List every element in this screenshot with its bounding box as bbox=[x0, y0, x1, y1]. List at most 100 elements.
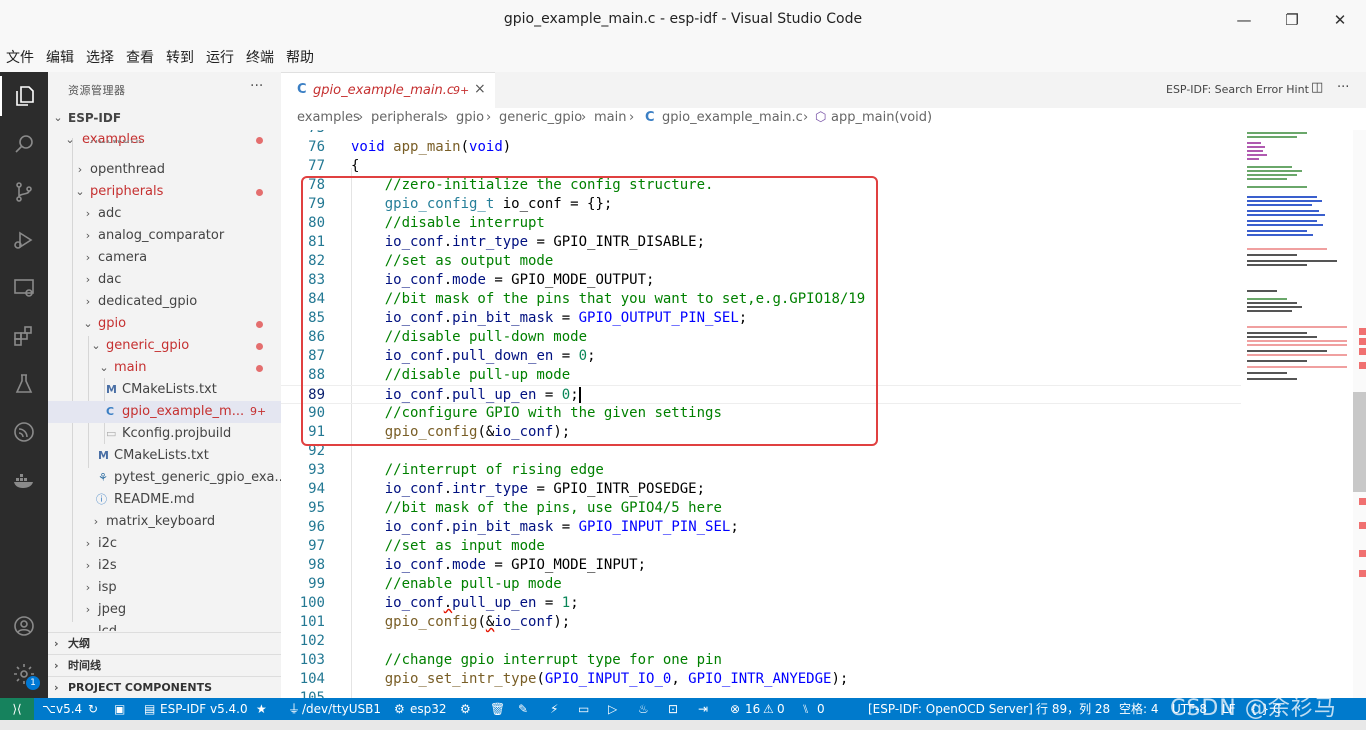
tab-gpio-example-main[interactable]: C gpio_example_main.c 9+ × bbox=[281, 72, 495, 108]
code-line[interactable]: 101 gpio_config(&io_conf); bbox=[281, 613, 1241, 632]
serial-port[interactable]: /dev/ttyUSB1 bbox=[302, 698, 381, 720]
debug-icon[interactable]: ▷ bbox=[608, 698, 617, 720]
menu-edit[interactable]: 编辑 bbox=[46, 47, 74, 67]
testing-icon[interactable] bbox=[0, 364, 48, 404]
scrollbar-thumb[interactable] bbox=[1353, 392, 1366, 492]
source-control-icon[interactable] bbox=[0, 172, 48, 212]
code-line[interactable]: 97 //set as input mode bbox=[281, 537, 1241, 556]
tree-folder-analog-comparator[interactable]: › analog_comparator bbox=[48, 225, 281, 247]
docker-icon[interactable] bbox=[0, 460, 48, 500]
code-line[interactable]: 99 //enable pull-up mode bbox=[281, 575, 1241, 594]
tree-folder-i2s[interactable]: › i2s bbox=[48, 555, 281, 577]
folder-icon[interactable]: ▣ bbox=[114, 698, 125, 720]
breadcrumb-function[interactable]: app_main(void) bbox=[831, 108, 932, 128]
breadcrumb-file[interactable]: gpio_example_main.c bbox=[662, 108, 803, 128]
remote-explorer-icon[interactable] bbox=[0, 268, 48, 308]
tree-file-kconfig[interactable]: ▭ Kconfig.projbuild bbox=[48, 423, 281, 445]
menu-go[interactable]: 转到 bbox=[166, 47, 194, 67]
terminal-icon[interactable]: ⊡ bbox=[668, 698, 678, 720]
remote-indicator-icon[interactable]: ⟩⟨ bbox=[0, 698, 34, 720]
close-window-button[interactable]: ✕ bbox=[1320, 8, 1360, 32]
idf-version[interactable]: ESP-IDF v5.4.0 bbox=[160, 698, 248, 720]
split-editor-icon[interactable]: ◫ bbox=[1311, 80, 1323, 95]
tree-folder-i2c[interactable]: › i2c bbox=[48, 533, 281, 555]
menu-terminal[interactable]: 终端 bbox=[246, 47, 274, 67]
indentation[interactable]: 空格: 4 bbox=[1119, 698, 1159, 720]
wrench-icon[interactable]: ✎ bbox=[518, 698, 528, 720]
tree-file-cmakelists-main[interactable]: M CMakeLists.txt bbox=[48, 379, 281, 401]
code-line[interactable]: 102 bbox=[281, 632, 1241, 651]
tree-file-cmakelists[interactable]: M CMakeLists.txt bbox=[48, 445, 281, 467]
code-line[interactable]: 103 //change gpio interrupt type for one… bbox=[281, 651, 1241, 670]
code-line[interactable]: 98 io_conf.mode = GPIO_MODE_INPUT; bbox=[281, 556, 1241, 575]
breadcrumb-peripherals[interactable]: peripherals bbox=[371, 108, 444, 128]
code-line[interactable]: 77 { bbox=[281, 157, 1241, 176]
code-line[interactable]: 100 io_conf.pull_up_en = 1; bbox=[281, 594, 1241, 613]
tree-file-gpio-example-main[interactable]: C gpio_example_m... 9+ bbox=[48, 401, 281, 423]
tree-folder-camera[interactable]: › camera bbox=[48, 247, 281, 269]
flash-icon[interactable]: ⚡ bbox=[550, 698, 558, 720]
menu-view[interactable]: 查看 bbox=[126, 47, 154, 67]
monitor-icon[interactable]: ▭ bbox=[578, 698, 589, 720]
section-project-components[interactable]: › PROJECT COMPONENTS bbox=[48, 676, 281, 698]
tree-folder-gpio[interactable]: ⌄ gpio bbox=[48, 313, 281, 335]
more-actions-icon[interactable]: ··· bbox=[1337, 80, 1349, 95]
code-line[interactable]: 105 bbox=[281, 689, 1241, 698]
target-chip[interactable]: esp32 bbox=[410, 698, 447, 720]
more-actions-icon[interactable]: ··· bbox=[250, 78, 263, 94]
tree-root-esp-idf[interactable]: ⌄ ESP-IDF bbox=[48, 107, 281, 129]
breadcrumb-main[interactable]: main bbox=[594, 108, 626, 128]
menu-file[interactable]: 文件 bbox=[6, 47, 34, 67]
maximize-button[interactable]: ❐ bbox=[1272, 8, 1312, 32]
tree-folder-openthread[interactable]: › openthread bbox=[48, 159, 281, 181]
tree-folder-main[interactable]: ⌄ main bbox=[48, 357, 281, 379]
tree-folder-isp[interactable]: › isp bbox=[48, 577, 281, 599]
tree-file-readme[interactable]: ⓘ README.md bbox=[48, 489, 281, 511]
breadcrumb-gpio[interactable]: gpio bbox=[456, 108, 484, 128]
warning-count[interactable]: 0 bbox=[777, 698, 785, 720]
tree-folder-dac[interactable]: › dac bbox=[48, 269, 281, 291]
export-icon[interactable]: ⇥ bbox=[698, 698, 708, 720]
menu-run[interactable]: 运行 bbox=[206, 47, 234, 67]
sync-icon[interactable]: ↻ bbox=[88, 698, 98, 720]
section-timeline[interactable]: › 时间线 bbox=[48, 654, 281, 676]
star-icon[interactable]: ★ bbox=[256, 698, 267, 720]
tree-folder-dedicated-gpio[interactable]: › dedicated_gpio bbox=[48, 291, 281, 313]
trash-icon[interactable]: 🗑 bbox=[490, 698, 505, 720]
tree-folder-jpeg[interactable]: › jpeg bbox=[48, 599, 281, 621]
tree-folder-adc[interactable]: › adc bbox=[48, 203, 281, 225]
code-line[interactable]: 94 io_conf.intr_type = GPIO_INTR_POSEDGE… bbox=[281, 480, 1241, 499]
code-line[interactable]: 95 //bit mask of the pins, use GPIO4/5 h… bbox=[281, 499, 1241, 518]
section-outline[interactable]: › 大纲 bbox=[48, 632, 281, 654]
tree-folder-lcd[interactable]: lcd bbox=[48, 621, 281, 631]
tree-folder-matrix-keyboard[interactable]: › matrix_keyboard bbox=[48, 511, 281, 533]
search-icon[interactable] bbox=[0, 124, 48, 164]
settings-gear-icon[interactable]: 1 bbox=[0, 654, 48, 694]
run-debug-icon[interactable] bbox=[0, 220, 48, 260]
account-icon[interactable] bbox=[0, 606, 48, 646]
openocd-status[interactable]: [ESP-IDF: OpenOCD Server] bbox=[868, 698, 1033, 720]
extensions-icon[interactable] bbox=[0, 316, 48, 356]
code-line[interactable]: 104 gpio_set_intr_type(GPIO_INPUT_IO_0, … bbox=[281, 670, 1241, 689]
branch-name[interactable]: v5.4 bbox=[56, 698, 82, 720]
explorer-icon[interactable] bbox=[0, 76, 48, 116]
error-count[interactable]: 16 bbox=[745, 698, 760, 720]
code-line[interactable]: 75 bbox=[281, 130, 1241, 138]
tree-folder-network[interactable]: network bbox=[48, 140, 281, 151]
breadcrumb-generic-gpio[interactable]: generic_gpio bbox=[499, 108, 582, 128]
code-line[interactable]: 93 //interrupt of rising edge bbox=[281, 461, 1241, 480]
code-line[interactable]: 76 void app_main(void) bbox=[281, 138, 1241, 157]
code-line[interactable]: 96 io_conf.pin_bit_mask = GPIO_INPUT_PIN… bbox=[281, 518, 1241, 537]
breadcrumb-examples[interactable]: examples bbox=[297, 108, 360, 128]
menu-selection[interactable]: 选择 bbox=[86, 47, 114, 67]
vertical-scrollbar[interactable] bbox=[1353, 130, 1366, 698]
tree-folder-peripherals[interactable]: ⌄ peripherals bbox=[48, 181, 281, 203]
tree-folder-generic-gpio[interactable]: ⌄ generic_gpio bbox=[48, 335, 281, 357]
tree-file-pytest[interactable]: ⚘ pytest_generic_gpio_exa... bbox=[48, 467, 281, 489]
search-error-hint-button[interactable]: ESP-IDF: Search Error Hint bbox=[1166, 83, 1309, 96]
close-tab-icon[interactable]: × bbox=[474, 81, 486, 97]
menu-help[interactable]: 帮助 bbox=[286, 47, 314, 67]
fire-icon[interactable]: ♨ bbox=[638, 698, 649, 720]
code-editor[interactable]: 7576void app_main(void)77{78 //zero-init… bbox=[281, 130, 1366, 698]
cursor-position[interactable]: 行 89，列 28 bbox=[1036, 698, 1110, 720]
